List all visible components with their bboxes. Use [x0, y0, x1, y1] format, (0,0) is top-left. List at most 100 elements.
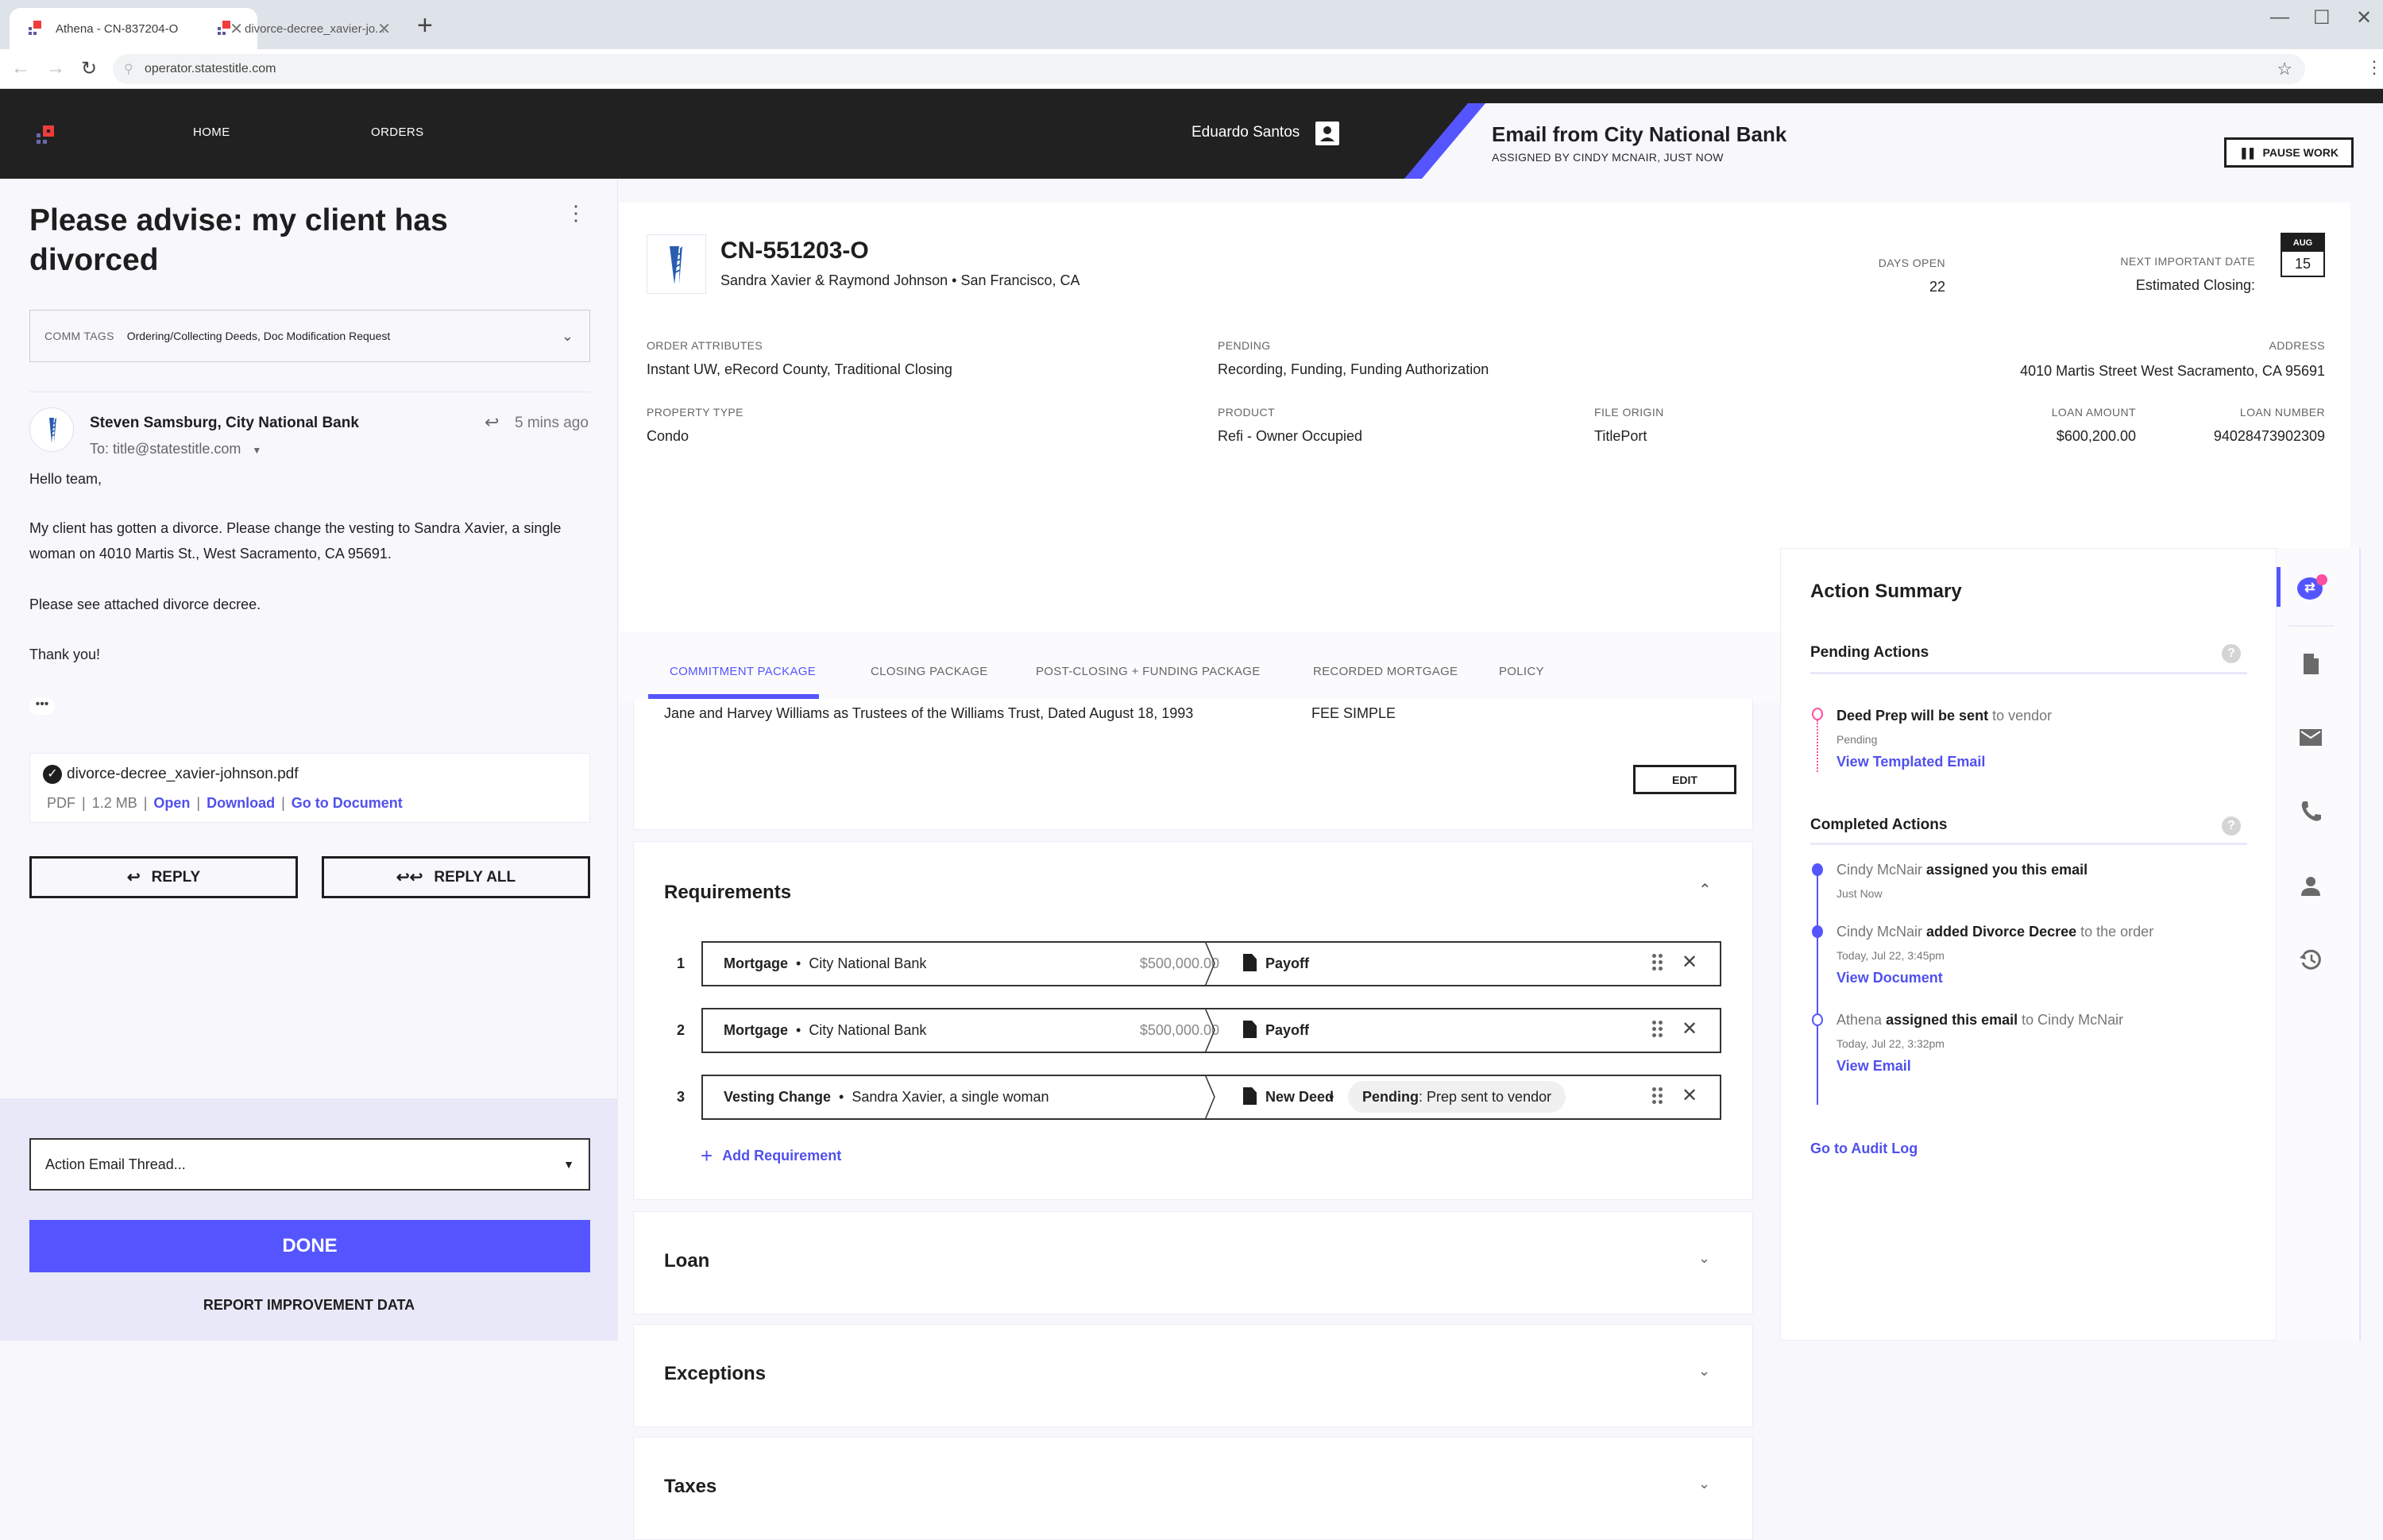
- completed-timeline: [1817, 866, 1818, 1105]
- reload-icon[interactable]: ↻: [81, 57, 97, 80]
- taxes-section[interactable]: Taxes ⌄: [633, 1437, 1753, 1540]
- attachment-meta: PDF | 1.2 MB | Open | Download | Go to Document: [47, 795, 403, 811]
- minimize-icon[interactable]: —: [2270, 6, 2289, 29]
- caret-down-icon: ▼: [252, 445, 262, 456]
- pause-work-button[interactable]: ❚❚ PAUSE WORK: [2224, 137, 2354, 168]
- side-icon-rail: ⇄: [2277, 548, 2361, 1341]
- forward-icon[interactable]: →: [46, 57, 65, 79]
- maximize-icon[interactable]: ☐: [2313, 6, 2331, 29]
- close-window-icon[interactable]: ✕: [2356, 6, 2372, 29]
- view-document-link[interactable]: View Document: [1836, 970, 1943, 986]
- reply-icon[interactable]: ↩: [485, 412, 499, 433]
- attachment-name: divorce-decree_xavier-johnson.pdf: [67, 766, 299, 782]
- loan-section[interactable]: Loan ⌄: [633, 1211, 1753, 1314]
- browser-tab-title: divorce-decree_xavier-jo...: [245, 21, 385, 36]
- tab-recorded-mortgage[interactable]: RECORDED MORTGAGE: [1313, 665, 1458, 678]
- show-trimmed-button[interactable]: •••: [29, 697, 55, 715]
- tab-commitment-package[interactable]: COMMITMENT PACKAGE: [670, 665, 816, 678]
- search-icon: ⚲: [124, 63, 133, 76]
- bookmark-star-icon[interactable]: ☆: [2277, 59, 2292, 79]
- remove-requirement-icon[interactable]: ✕: [1682, 951, 1697, 974]
- download-link[interactable]: Download: [207, 795, 275, 811]
- reply-button[interactable]: ↩ REPLY: [29, 856, 298, 898]
- email-body-line: Thank you!: [29, 646, 101, 662]
- tab-closing-package[interactable]: CLOSING PACKAGE: [871, 665, 988, 678]
- view-templated-email-link[interactable]: View Templated Email: [1836, 754, 1985, 770]
- loan-number-label: LOAN NUMBER: [2239, 406, 2325, 419]
- pending-dot-icon: [1812, 708, 1823, 720]
- divider: [1810, 843, 2247, 845]
- back-icon[interactable]: ←: [11, 57, 30, 79]
- order-parties: Sandra Xavier & Raymond Johnson • San Fr…: [720, 272, 1080, 288]
- property-type-label: PROPERTY TYPE: [647, 406, 743, 419]
- new-tab-icon[interactable]: +: [417, 11, 433, 40]
- more-options-icon[interactable]: ⋮: [566, 203, 586, 223]
- requirement-row[interactable]: Mortgage • City National Bank $500,000.00…: [701, 1008, 1721, 1053]
- requirement-row[interactable]: Mortgage • City National Bank $500,000.00…: [701, 941, 1721, 986]
- person-icon[interactable]: [2298, 874, 2323, 899]
- edit-button[interactable]: EDIT: [1633, 765, 1736, 794]
- chevron-separator: [1204, 941, 1215, 986]
- user-profile-icon[interactable]: [1315, 122, 1339, 145]
- drag-handle-icon[interactable]: [1652, 1021, 1663, 1038]
- email-body-line: My client has gotten a divorce. Please c…: [29, 520, 562, 562]
- chevron-down-icon[interactable]: ⌄: [1698, 1250, 1710, 1267]
- chevron-up-icon[interactable]: ⌃: [1698, 880, 1712, 900]
- completed-action-time: Today, Jul 22, 3:32pm: [1836, 1037, 1945, 1050]
- divider: [1810, 672, 2247, 674]
- document-icon[interactable]: [2298, 651, 2323, 677]
- browser-tab-decree[interactable]: divorce-decree_xavier-jo... ✕: [199, 8, 405, 49]
- view-email-link[interactable]: View Email: [1836, 1058, 1911, 1075]
- requirement-row[interactable]: Vesting Change • Sandra Xavier, a single…: [701, 1075, 1721, 1120]
- athena-logo-icon[interactable]: [35, 125, 57, 148]
- tab-policy[interactable]: POLICY: [1499, 665, 1544, 678]
- comm-tags-label: COMM TAGS: [44, 330, 114, 342]
- go-to-document-link[interactable]: Go to Document: [292, 795, 403, 811]
- action-summary-title: Action Summary: [1810, 581, 1962, 602]
- drag-handle-icon[interactable]: [1652, 1087, 1663, 1105]
- pause-work-label: PAUSE WORK: [2262, 146, 2339, 159]
- chevron-down-icon: ⌄: [561, 327, 574, 344]
- recipient[interactable]: To: title@statestitle.com ▼: [90, 441, 261, 457]
- browser-menu-icon[interactable]: ⋮: [2366, 57, 2383, 78]
- chevron-down-icon[interactable]: ⌄: [1698, 1363, 1710, 1380]
- document-icon: [1243, 1087, 1257, 1105]
- bullet: •: [1329, 1089, 1334, 1105]
- order-attributes-label: ORDER ATTRIBUTES: [647, 339, 763, 352]
- requirement-document: Payoff: [1265, 955, 1310, 971]
- address-value: 4010 Martis Street West Sacramento, CA 9…: [2020, 363, 2325, 379]
- reply-all-button[interactable]: ↩↩ REPLY ALL: [322, 856, 590, 898]
- help-icon[interactable]: ?: [2222, 816, 2241, 836]
- completed-dot-icon: [1812, 1013, 1823, 1026]
- loan-amount-value: $600,200.00: [2056, 428, 2136, 444]
- exceptions-section[interactable]: Exceptions ⌄: [633, 1324, 1753, 1427]
- history-icon[interactable]: [2298, 947, 2323, 972]
- email-body-line: Please see attached divorce decree.: [29, 596, 261, 612]
- done-button[interactable]: DONE: [29, 1220, 590, 1272]
- nav-orders[interactable]: ORDERS: [371, 125, 424, 139]
- close-tab-icon[interactable]: ✕: [377, 19, 391, 39]
- days-open-label: DAYS OPEN: [1878, 257, 1945, 269]
- open-link[interactable]: Open: [153, 795, 190, 811]
- chevron-down-icon[interactable]: ⌄: [1698, 1476, 1710, 1492]
- report-improvement-data-link[interactable]: REPORT IMPROVEMENT DATA: [0, 1297, 618, 1314]
- remove-requirement-icon[interactable]: ✕: [1682, 1084, 1697, 1107]
- days-open-value: 22: [1929, 279, 1945, 295]
- completed-dot-icon: [1812, 925, 1823, 938]
- remove-requirement-icon[interactable]: ✕: [1682, 1017, 1697, 1040]
- go-to-audit-log-link[interactable]: Go to Audit Log: [1810, 1141, 1918, 1157]
- requirement-status-pill: Pending: Prep sent to vendor: [1348, 1081, 1566, 1113]
- vesting-section: Jane and Harvey Williams as Trustees of …: [633, 699, 1753, 830]
- add-requirement-link[interactable]: + Add Requirement: [701, 1144, 841, 1168]
- tab-post-closing-funding-package[interactable]: POST-CLOSING + FUNDING PACKAGE: [1036, 665, 1261, 678]
- action-email-thread-select[interactable]: Action Email Thread... ▼: [29, 1138, 590, 1191]
- url-input[interactable]: ⚲ operator.statestitle.com ☆: [113, 54, 2305, 84]
- email-icon[interactable]: [2298, 724, 2323, 750]
- help-icon[interactable]: ?: [2222, 644, 2241, 663]
- drag-handle-icon[interactable]: [1652, 954, 1663, 971]
- comm-tags-dropdown[interactable]: COMM TAGS Ordering/Collecting Deeds, Doc…: [29, 310, 590, 362]
- attachment-size: 1.2 MB: [91, 795, 137, 811]
- chevron-separator: [1204, 1008, 1215, 1053]
- nav-home[interactable]: HOME: [193, 125, 230, 139]
- phone-icon[interactable]: [2298, 799, 2323, 824]
